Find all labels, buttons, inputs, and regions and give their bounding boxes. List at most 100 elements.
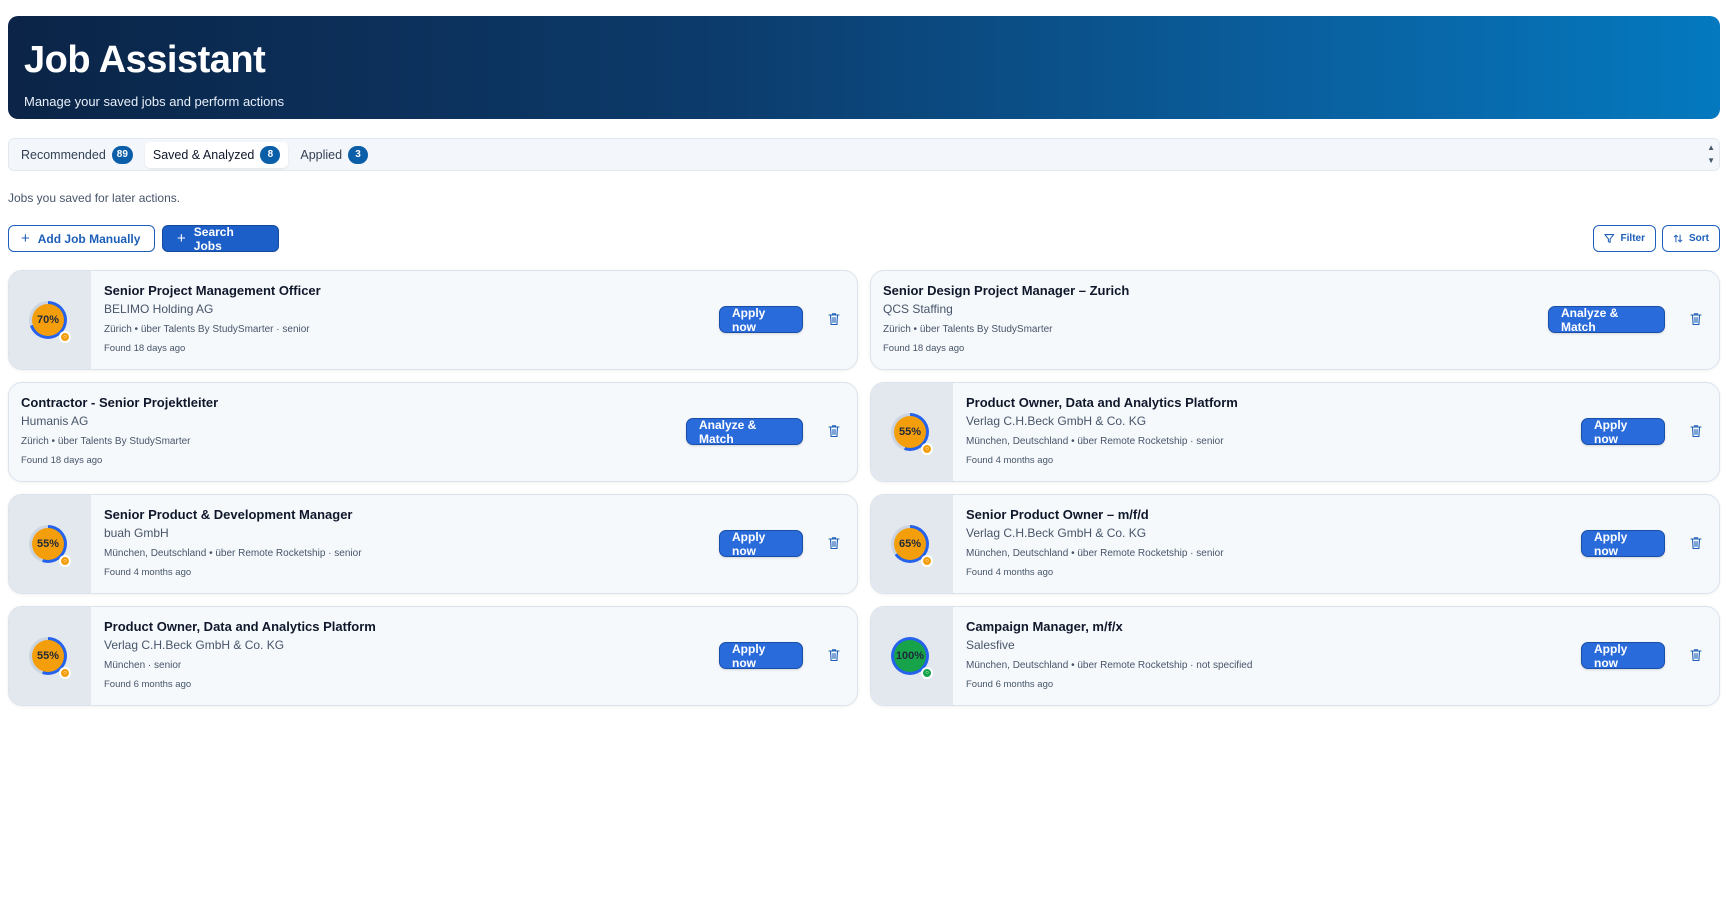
- sort-button[interactable]: Sort: [1662, 225, 1720, 252]
- job-found-date: Found 18 days ago: [104, 343, 186, 354]
- status-dot-icon: ○: [59, 331, 71, 343]
- tab-count-badge: 89: [111, 145, 133, 164]
- analyze-match-button[interactable]: Analyze & Match: [1548, 306, 1665, 334]
- apply-now-button[interactable]: Apply now: [1581, 642, 1665, 670]
- page-header: Job Assistant Manage your saved jobs and…: [8, 16, 1720, 119]
- apply-now-button[interactable]: Apply now: [719, 642, 803, 670]
- search-jobs-label: Search Jobs: [193, 224, 234, 253]
- job-company: Humanis AG: [21, 414, 89, 428]
- job-card[interactable]: 65% ○ Senior Product Owner – m/f/d Verlag C…: [870, 494, 1720, 594]
- apply-now-button[interactable]: Apply now: [1581, 418, 1665, 446]
- status-dot-icon: ○: [921, 443, 933, 455]
- delete-trash-icon[interactable]: [828, 536, 840, 550]
- add-job-manually-label: Add Job Manually: [37, 231, 141, 246]
- match-score-ring: 70% ○: [29, 301, 71, 343]
- job-info: Senior Project Management Officer BELIMO …: [104, 283, 321, 354]
- match-score: 55%: [32, 528, 64, 560]
- tab-count-badge: 8: [260, 145, 281, 164]
- apply-now-button[interactable]: Apply now: [719, 530, 803, 558]
- job-location-meta: Zürich • über Talents By StudySmarter: [21, 436, 191, 447]
- job-info: Campaign Manager, m/f/x Salesfive München,…: [966, 619, 1252, 690]
- job-title[interactable]: Senior Product & Development Manager: [104, 507, 362, 522]
- job-card[interactable]: Senior Design Project Manager – Zurich QC…: [870, 270, 1720, 370]
- tab-label: Saved & Analyzed: [152, 147, 255, 162]
- job-location-meta: München, Deutschland • über Remote Rocke…: [104, 548, 362, 559]
- job-title[interactable]: Contractor - Senior Projektleiter: [21, 395, 218, 410]
- job-card[interactable]: 55% ○ Product Owner, Data and Analytics Pl…: [870, 382, 1720, 482]
- status-dot-icon: ○: [921, 555, 933, 567]
- job-company: BELIMO Holding AG: [104, 302, 214, 316]
- job-card[interactable]: 100% ○ Campaign Manager, m/f/x Salesfive Mün…: [870, 606, 1720, 706]
- job-title[interactable]: Product Owner, Data and Analytics Platfo…: [104, 619, 376, 634]
- job-card[interactable]: Contractor - Senior Projektleiter Humanis…: [8, 382, 858, 482]
- apply-now-button[interactable]: Apply now: [1581, 530, 1665, 558]
- job-title[interactable]: Senior Product Owner – m/f/d: [966, 507, 1224, 522]
- job-title[interactable]: Senior Project Management Officer: [104, 283, 321, 298]
- job-location-meta: Zürich • über Talents By StudySmarter: [883, 324, 1053, 335]
- plus-icon: +: [21, 230, 30, 247]
- status-dot-icon: ○: [59, 555, 71, 567]
- match-score-ring: 55% ○: [29, 637, 71, 679]
- match-score-panel: 70% ○: [9, 271, 91, 369]
- tab-applied[interactable]: Applied 3: [292, 142, 376, 168]
- match-score-panel: 55% ○: [871, 383, 953, 481]
- job-info: Senior Product Owner – m/f/d Verlag C.H.B…: [966, 507, 1224, 578]
- match-score: 65%: [894, 528, 926, 560]
- apply-now-button[interactable]: Apply now: [719, 306, 803, 334]
- tab-count-badge: 3: [348, 145, 369, 164]
- job-info: Product Owner, Data and Analytics Platfo…: [104, 619, 376, 690]
- status-dot-icon: ○: [921, 667, 933, 679]
- job-company: buah GmbH: [104, 526, 169, 540]
- analyze-match-button[interactable]: Analyze & Match: [686, 418, 803, 446]
- match-score-panel: 100% ○: [871, 607, 953, 705]
- job-title[interactable]: Campaign Manager, m/f/x: [966, 619, 1252, 634]
- job-company: Verlag C.H.Beck GmbH & Co. KG: [104, 638, 285, 652]
- tab-recommended[interactable]: Recommended 89: [13, 142, 141, 168]
- filter-button[interactable]: Filter: [1593, 225, 1656, 252]
- match-score-panel: 65% ○: [871, 495, 953, 593]
- match-score: 70%: [32, 304, 64, 336]
- match-score-ring: 55% ○: [29, 525, 71, 567]
- job-found-date: Found 4 months ago: [966, 455, 1054, 466]
- scroll-down-icon[interactable]: ▼: [1707, 154, 1715, 167]
- job-location-meta: München · senior: [104, 660, 182, 671]
- filter-icon: [1604, 234, 1615, 243]
- page-subtitle: Manage your saved jobs and perform actio…: [24, 94, 285, 109]
- match-score: 55%: [32, 640, 64, 672]
- job-found-date: Found 4 months ago: [104, 567, 192, 578]
- match-score-ring: 65% ○: [891, 525, 933, 567]
- page-title: Job Assistant: [24, 39, 266, 81]
- job-company: Salesfive: [966, 638, 1015, 652]
- tab-label: Applied: [300, 147, 343, 162]
- scroll-up-icon[interactable]: ▲: [1707, 141, 1715, 154]
- job-title[interactable]: Product Owner, Data and Analytics Platfo…: [966, 395, 1238, 410]
- delete-trash-icon[interactable]: [1690, 648, 1702, 662]
- job-info: Senior Product & Development Manager buah…: [104, 507, 362, 578]
- job-location-meta: München, Deutschland • über Remote Rocke…: [966, 436, 1224, 447]
- job-title[interactable]: Senior Design Project Manager – Zurich: [883, 283, 1129, 298]
- match-score: 55%: [894, 416, 926, 448]
- tab-bar: Recommended 89 Saved & Analyzed 8 Applie…: [8, 138, 1720, 171]
- job-card[interactable]: 55% ○ Senior Product & Development Manager…: [8, 494, 858, 594]
- section-description: Jobs you saved for later actions.: [8, 191, 181, 205]
- add-job-manually-button[interactable]: + Add Job Manually: [8, 225, 155, 252]
- match-score-panel: 55% ○: [9, 495, 91, 593]
- tab-saved-analyzed[interactable]: Saved & Analyzed 8: [144, 141, 289, 168]
- match-score-ring: 55% ○: [891, 413, 933, 455]
- job-location-meta: Zürich • über Talents By StudySmarter · …: [104, 324, 310, 335]
- job-location-meta: München, Deutschland • über Remote Rocke…: [966, 548, 1224, 559]
- job-card[interactable]: 70% ○ Senior Project Management Officer BEL…: [8, 270, 858, 370]
- tab-scroll-control[interactable]: ▲ ▼: [1707, 141, 1715, 167]
- delete-trash-icon[interactable]: [828, 424, 840, 438]
- delete-trash-icon[interactable]: [828, 648, 840, 662]
- job-card[interactable]: 55% ○ Product Owner, Data and Analytics Pl…: [8, 606, 858, 706]
- delete-trash-icon[interactable]: [828, 312, 840, 326]
- job-found-date: Found 6 months ago: [104, 679, 192, 690]
- match-score-panel: 55% ○: [9, 607, 91, 705]
- delete-trash-icon[interactable]: [1690, 424, 1702, 438]
- search-jobs-button[interactable]: + Search Jobs: [162, 224, 279, 253]
- delete-trash-icon[interactable]: [1690, 312, 1702, 326]
- delete-trash-icon[interactable]: [1690, 536, 1702, 550]
- job-company: QCS Staffing: [883, 302, 953, 316]
- match-score: 100%: [894, 640, 926, 672]
